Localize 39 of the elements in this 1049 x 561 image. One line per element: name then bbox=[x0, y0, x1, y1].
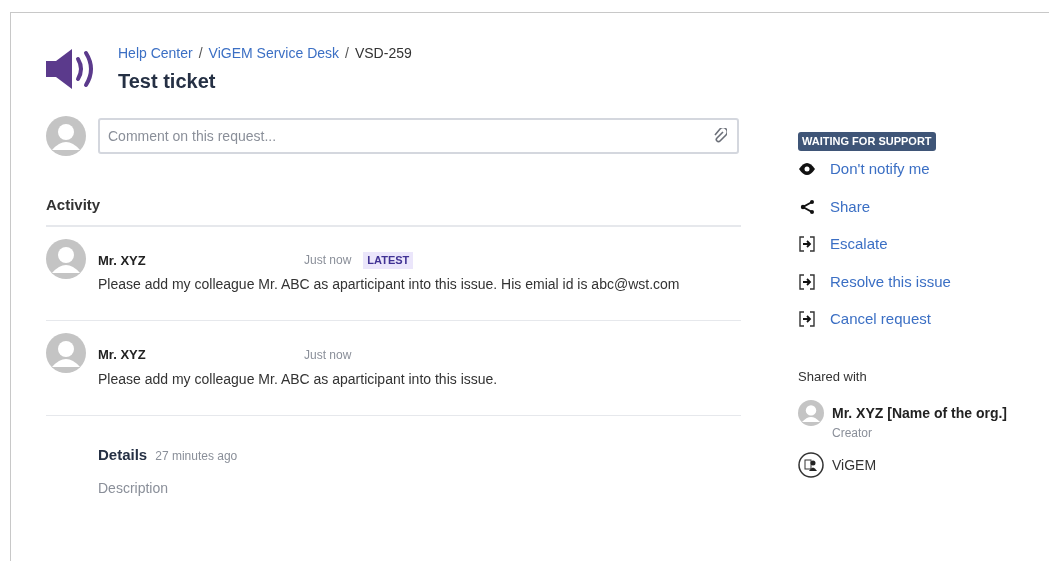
person-role: Creator bbox=[832, 425, 873, 442]
comment-field[interactable]: Comment on this request... bbox=[98, 118, 739, 154]
breadcrumb-separator: / bbox=[345, 44, 349, 63]
action-link[interactable]: Don't notify me bbox=[830, 158, 930, 181]
person-name: Mr. XYZ [Name of the org.] bbox=[832, 404, 1007, 423]
status-badge: WAITING FOR SUPPORT bbox=[798, 132, 936, 151]
breadcrumb-separator: / bbox=[198, 44, 203, 63]
activity-heading: Activity bbox=[46, 194, 741, 227]
comment-text: Please add my colleague Mr. ABC as aparticipant into this issue. His emial id is abc@wst.com bbox=[98, 275, 681, 294]
action-link[interactable]: Share bbox=[830, 195, 871, 218]
breadcrumb-link[interactable]: Help Center bbox=[118, 43, 193, 64]
transition-icon bbox=[799, 236, 815, 253]
details-heading: Details bbox=[98, 444, 148, 465]
comment-time: Just now bbox=[304, 346, 352, 364]
shared-with-heading: Shared with bbox=[798, 367, 868, 386]
eye-icon bbox=[799, 163, 815, 176]
share-icon bbox=[800, 199, 814, 214]
author-name: Mr. XYZ bbox=[98, 346, 147, 364]
paperclip-icon[interactable] bbox=[713, 128, 727, 144]
ticket-title: Test ticket bbox=[118, 69, 217, 94]
comment-time: Just now bbox=[304, 252, 352, 270]
avatar-icon bbox=[46, 238, 86, 279]
breadcrumb-link[interactable]: VSD-259 bbox=[354, 43, 412, 64]
avatar-icon bbox=[798, 400, 824, 426]
transition-icon bbox=[799, 273, 815, 290]
latest-badge: LATEST bbox=[363, 252, 414, 269]
organization-icon bbox=[798, 452, 824, 478]
avatar-icon bbox=[46, 116, 86, 156]
breadcrumb-link[interactable]: ViGEM Service Desk bbox=[208, 43, 340, 64]
action-link[interactable]: Cancel request bbox=[830, 308, 931, 331]
comment-text: Please add my colleague Mr. ABC as aparticipant into this issue. bbox=[98, 369, 499, 389]
avatar-icon bbox=[46, 333, 86, 373]
description-label: Description bbox=[97, 479, 170, 498]
action-link[interactable]: Resolve this issue bbox=[830, 270, 951, 293]
author-name: Mr. XYZ bbox=[98, 251, 147, 270]
details-time: 27 minutes ago bbox=[155, 447, 238, 465]
person-name: ViGEM bbox=[832, 456, 877, 475]
transition-icon bbox=[799, 311, 815, 328]
action-link[interactable]: Escalate bbox=[830, 233, 888, 256]
